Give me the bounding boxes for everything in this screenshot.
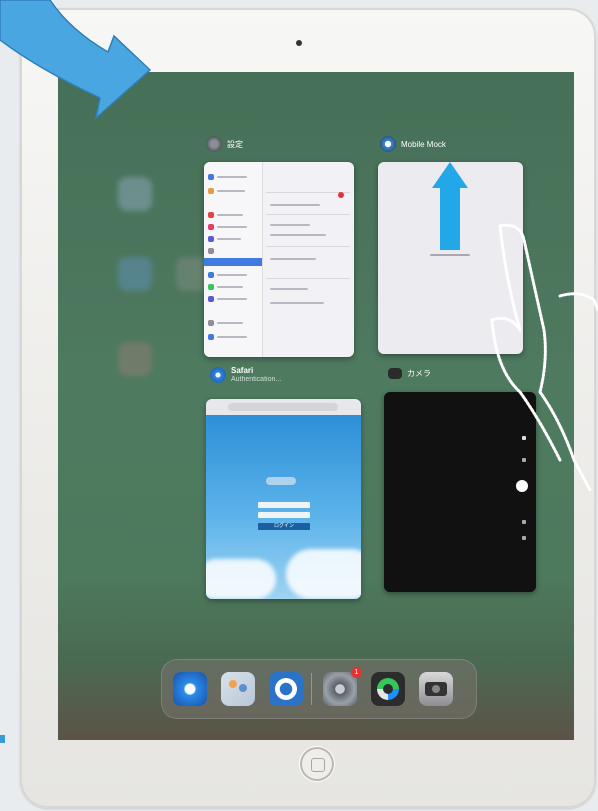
- annotation-mark: [0, 735, 5, 743]
- curved-arrow-annotation: [0, 0, 152, 121]
- swipe-gesture-hand: [490, 223, 598, 492]
- annotation-layer: [0, 0, 598, 743]
- swipe-up-arrow: [432, 162, 468, 250]
